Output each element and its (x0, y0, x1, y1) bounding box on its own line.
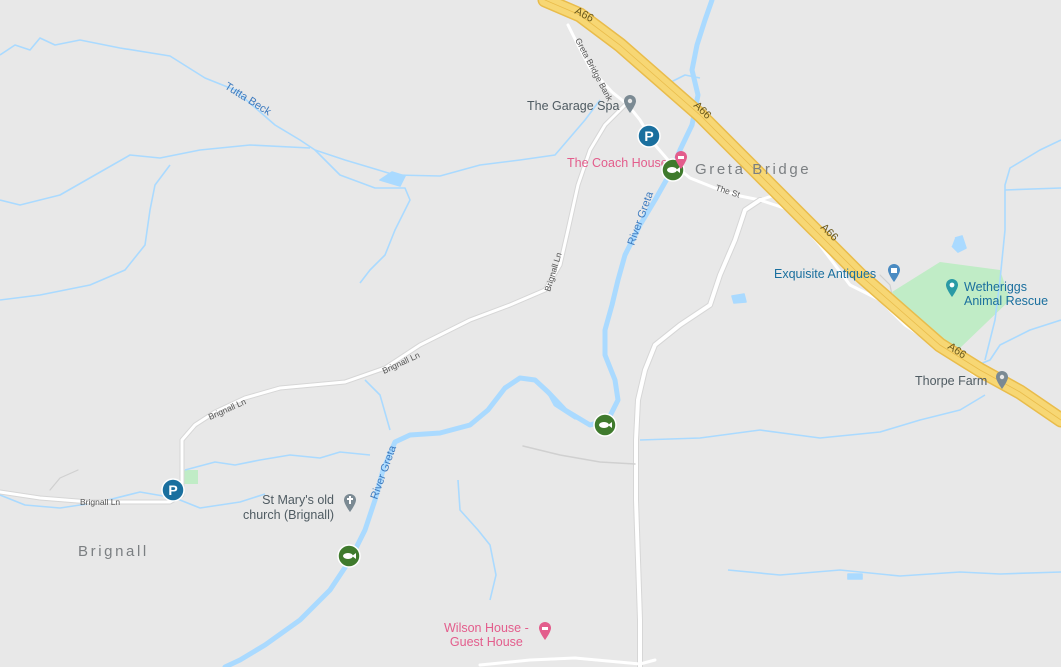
poi-label-thorpe-farm[interactable]: Thorpe Farm (915, 374, 987, 388)
map-pin-icon[interactable] (994, 370, 1010, 390)
poi-label-coach-house[interactable]: The Coach House (567, 156, 668, 170)
green-patch (184, 470, 198, 484)
town-label-greta-bridge: Greta Bridge (695, 161, 812, 178)
poi-label-exquisite-antiques[interactable]: Exquisite Antiques (774, 267, 876, 281)
poi-label-wilson-house[interactable]: Wilson House - Guest House (444, 621, 529, 649)
shopping-bag-icon[interactable] (886, 263, 902, 283)
fish-icon[interactable] (337, 544, 361, 568)
parking-icon[interactable]: P (161, 478, 185, 502)
parking-icon[interactable]: P (637, 124, 661, 148)
st-marys-line-2: church (Brignall) (243, 508, 335, 522)
poi-label-garage-spa[interactable]: The Garage Spa (527, 99, 619, 113)
camera-icon[interactable] (944, 278, 960, 298)
brignall-ln-label-4: Brignall Ln (80, 497, 120, 507)
bed-icon[interactable] (673, 150, 689, 170)
town-label-brignall: Brignall (78, 543, 149, 560)
wetheriggs-line-2: Animal Rescue (964, 294, 1049, 308)
wilson-line-2: Guest House (449, 635, 523, 649)
fish-icon[interactable] (593, 413, 617, 437)
st-marys-line-1: St Mary's old (262, 493, 335, 507)
map-pin-icon[interactable] (622, 94, 638, 114)
bed-icon[interactable] (537, 621, 553, 641)
svg-text:P: P (168, 482, 177, 498)
wilson-line-1: Wilson House - (444, 621, 529, 635)
cross-icon[interactable] (342, 493, 358, 513)
svg-text:P: P (644, 128, 653, 144)
poi-label-st-marys[interactable]: St Mary's old church (Brignall) (243, 493, 334, 523)
poi-label-wetheriggs[interactable]: Wetheriggs Animal Rescue (964, 280, 1048, 308)
wetheriggs-line-1: Wetheriggs (964, 280, 1027, 294)
